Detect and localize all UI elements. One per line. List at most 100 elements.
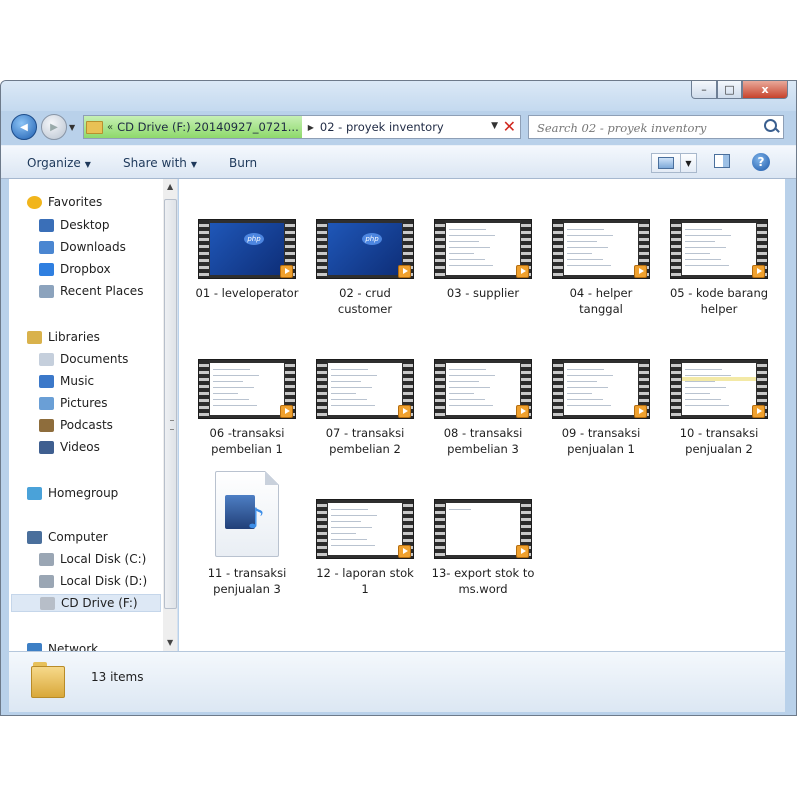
sidebar-item-recent-places[interactable]: Recent Places [39, 282, 143, 300]
file-item[interactable]: 06 -transaksi pembelian 1 [193, 359, 301, 457]
play-icon [398, 265, 411, 278]
file-item[interactable]: 13- export stok to ms.word [429, 499, 537, 597]
sidebar-item-documents[interactable]: Documents [39, 350, 128, 368]
sidebar-item-favorites[interactable]: Favorites [27, 193, 102, 211]
sidebar-item-label: Desktop [60, 218, 110, 232]
file-item[interactable]: ♪ 11 - transaksi penjualan 3 [193, 471, 301, 597]
file-item[interactable]: 12 - laporan stok 1 [311, 499, 419, 597]
play-icon [516, 545, 529, 558]
scroll-down-icon[interactable]: ▼ [167, 638, 173, 647]
sidebar-item-libraries[interactable]: Libraries [27, 328, 100, 346]
file-item[interactable]: 09 - transaksi penjualan 1 [547, 359, 655, 457]
sidebar-item-videos[interactable]: Videos [39, 438, 100, 456]
play-icon [634, 405, 647, 418]
file-item[interactable]: 04 - helper tanggal [547, 219, 655, 317]
change-view-button[interactable]: ▼ [651, 153, 697, 173]
file-name: 10 - transaksi penjualan 2 [679, 426, 759, 456]
help-icon[interactable]: ? [752, 153, 770, 171]
breadcrumb-separator-icon[interactable]: ▶ [308, 123, 314, 132]
file-item[interactable]: 10 - transaksi penjualan 2 [665, 359, 773, 457]
view-options-dropdown-icon[interactable]: ▼ [681, 154, 696, 172]
stop-icon[interactable]: ✕ [503, 117, 516, 136]
computer-icon [27, 530, 42, 544]
explorer-window: – □ x ◀ ▶ ▼ « CD Drive (F:) 20140927_072… [0, 80, 797, 716]
libraries-icon [27, 330, 42, 344]
video-thumbnail [552, 359, 650, 419]
sidebar-item-dropbox[interactable]: Dropbox [39, 260, 111, 278]
file-name: 09 - transaksi penjualan 1 [561, 426, 641, 456]
file-item[interactable]: 03 - supplier [429, 219, 537, 301]
sidebar-item-downloads[interactable]: Downloads [39, 238, 126, 256]
play-icon [280, 405, 293, 418]
dropbox-icon [39, 262, 54, 276]
sidebar-item-local-disk-c[interactable]: Local Disk (C:) [39, 550, 146, 568]
search-icon[interactable] [764, 119, 777, 132]
file-item[interactable]: 08 - transaksi pembelian 3 [429, 359, 537, 457]
video-thumbnail [434, 359, 532, 419]
video-thumbnail [552, 219, 650, 279]
local-disk-icon [39, 574, 54, 588]
file-item[interactable]: php 01 - leveloperator [193, 219, 301, 301]
play-icon [634, 265, 647, 278]
play-icon [516, 405, 529, 418]
organize-button[interactable]: Organize ▼ [27, 156, 91, 170]
file-name: 04 - helper tanggal [569, 286, 633, 316]
sidebar-item-network[interactable]: Network [27, 640, 98, 651]
navigation-scrollbar[interactable]: ▲ ▼ [163, 179, 177, 651]
video-thumbnail [670, 219, 768, 279]
address-dropdown-icon[interactable]: ▼ [491, 121, 498, 131]
recent-pages-dropdown[interactable]: ▼ [69, 123, 75, 132]
sidebar-item-desktop[interactable]: Desktop [39, 216, 110, 234]
close-button[interactable]: x [742, 81, 788, 99]
breadcrumb-current-folder[interactable]: 02 - proyek inventory [320, 120, 444, 134]
file-item[interactable]: 05 - kode barang helper [665, 219, 773, 317]
sidebar-item-label: Videos [60, 440, 100, 454]
minimize-button[interactable]: – [691, 81, 717, 99]
video-thumbnail: php [316, 219, 414, 279]
breadcrumb-overflow-icon[interactable]: « [107, 122, 113, 133]
sidebar-item-local-disk-d[interactable]: Local Disk (D:) [39, 572, 147, 590]
sidebar-item-music[interactable]: Music [39, 372, 94, 390]
maximize-button[interactable]: □ [717, 81, 742, 99]
network-icon [27, 642, 42, 651]
sidebar-item-label: Pictures [60, 396, 108, 410]
command-bar: Organize ▼ Share with ▼ Burn ▼ ? [1, 145, 796, 179]
burn-button[interactable]: Burn [229, 156, 257, 170]
media-file-icon: ♪ [213, 471, 281, 559]
file-item[interactable]: 07 - transaksi pembelian 2 [311, 359, 419, 457]
play-icon [752, 265, 765, 278]
file-name: 05 - kode barang helper [669, 286, 769, 316]
breadcrumb-cd-drive[interactable]: CD Drive (F:) 20140927_0721... [117, 120, 299, 134]
music-icon [39, 374, 54, 388]
share-with-button[interactable]: Share with ▼ [123, 156, 197, 170]
share-with-label: Share with [123, 156, 187, 170]
video-thumbnail [670, 359, 768, 419]
sidebar-item-podcasts[interactable]: Podcasts [39, 416, 113, 434]
sidebar-item-cd-drive-f[interactable]: CD Drive (F:) [11, 594, 161, 612]
sidebar-item-label: Local Disk (C:) [60, 552, 147, 566]
view-icon[interactable] [652, 154, 681, 172]
sidebar-item-label: Computer [48, 530, 108, 544]
search-input[interactable] [535, 117, 759, 139]
video-thumbnail [316, 499, 414, 559]
recent-places-icon [39, 284, 54, 298]
back-button[interactable]: ◀ [11, 114, 37, 140]
file-item[interactable]: php 02 - crud customer [311, 219, 419, 317]
sidebar-item-label: Podcasts [60, 418, 113, 432]
address-bar[interactable]: « CD Drive (F:) 20140927_0721... ▶ 02 - … [83, 115, 521, 139]
scroll-up-icon[interactable]: ▲ [167, 182, 173, 191]
sidebar-item-pictures[interactable]: Pictures [39, 394, 108, 412]
forward-arrow-icon: ▶ [50, 121, 58, 133]
downloads-icon [39, 240, 54, 254]
scrollbar-thumb[interactable] [164, 199, 177, 609]
address-breadcrumb: « CD Drive (F:) 20140927_0721... [84, 116, 302, 138]
navigation-pane: Favorites Desktop Downloads Dropbox Recent P… [9, 179, 178, 651]
item-count: 13 items [91, 670, 144, 684]
preview-pane-icon[interactable] [714, 154, 730, 168]
sidebar-item-label: Documents [60, 352, 129, 366]
file-name: 01 - leveloperator [195, 286, 299, 300]
sidebar-item-homegroup[interactable]: Homegroup [27, 484, 118, 502]
forward-button[interactable]: ▶ [41, 114, 67, 140]
sidebar-item-computer[interactable]: Computer [27, 528, 108, 546]
title-bar[interactable]: – □ x [1, 81, 796, 111]
